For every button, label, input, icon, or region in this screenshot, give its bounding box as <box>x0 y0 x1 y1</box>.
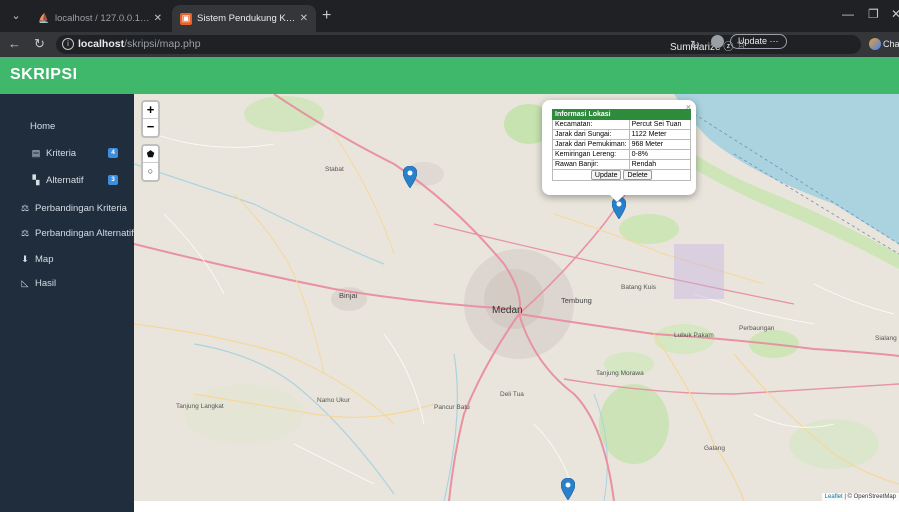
phpmyadmin-favicon-icon: ⛵ <box>38 13 50 23</box>
browser-tabbar: ⌄ ⛵ localhost / 127.0.0.1 / skripsi | ph… <box>0 0 899 32</box>
sidebar-item-home[interactable]: Home <box>0 116 134 136</box>
window-close-icon[interactable]: ✕ <box>891 7 899 21</box>
sidebar-item-hasil[interactable]: ◺ Hasil <box>0 273 134 293</box>
new-tab-icon[interactable]: + <box>322 7 331 25</box>
extensions-icon[interactable]: ↻ <box>690 38 700 52</box>
popup-tip <box>610 195 624 202</box>
map-label-medan: Medan <box>492 305 523 316</box>
map-tiles <box>134 94 899 501</box>
sidebar-item-label: Hasil <box>35 277 57 289</box>
map-label-stabat: Stabat <box>325 166 344 173</box>
popup-title: Informasi Lokasi <box>552 109 691 120</box>
leaflet-link[interactable]: Leaflet <box>825 494 843 500</box>
sidebar-item-perbandingan-kriteria[interactable]: ⚖ Perbandingan Kriteria <box>0 198 134 218</box>
map-label-binjai: Binjai <box>339 291 358 300</box>
draw-toolbar: ⬟ ○ <box>141 144 160 182</box>
browser-toolbar: ← ↻ i localhost/skripsi/map.php Summariz… <box>0 32 899 57</box>
url-text: localhost/skripsi/map.php <box>78 38 201 50</box>
leaflet-map[interactable]: Medan Binjai Tembung Batang Kuis Tanjung… <box>134 94 899 501</box>
app-header: SKRIPSI <box>0 57 899 94</box>
map-label-sialang: Sialang <box>875 335 897 342</box>
location-info-table: Informasi Lokasi Kecamatan: Percut Sei Tu… <box>552 109 691 181</box>
delete-button[interactable]: Delete <box>623 170 652 180</box>
osm-attribution[interactable]: | © OpenStreetMap <box>844 494 896 500</box>
sidebar: Home ▤ Kriteria 4 ▚ Alternatif 3 ⚖ Perba… <box>0 94 134 512</box>
profile-avatar[interactable] <box>711 35 724 48</box>
count-badge: 3 <box>108 175 118 185</box>
map-label-tanjung-morawa: Tanjung Morawa <box>596 370 644 377</box>
map-attribution: Leaflet | © OpenStreetMap <box>821 493 899 501</box>
tab-phpmyadmin[interactable]: ⛵ localhost / 127.0.0.1 / skripsi | php … <box>30 5 170 32</box>
tab-title: Sistem Pendukung Keputusan men <box>197 13 296 24</box>
area-chart-icon: ◺ <box>21 277 29 288</box>
update-button[interactable]: Update <box>590 170 622 180</box>
balance-scale-icon: ⚖ <box>20 202 30 213</box>
balance-scale-icon: ⚖ <box>20 227 30 238</box>
sidebar-item-label: Map <box>35 253 54 265</box>
close-icon[interactable]: ✕ <box>300 13 308 24</box>
map-marker-icon: ⬇ <box>21 253 29 264</box>
draw-circle-icon[interactable]: ○ <box>143 163 158 180</box>
minimize-icon[interactable]: — <box>842 7 854 21</box>
map-label-namo-ukur: Namo Ukur <box>317 397 350 404</box>
map-label-lubuk-pakam: Lubuk Pakam <box>674 332 714 339</box>
reload-icon[interactable]: ↻ <box>34 37 45 51</box>
tab-active-page[interactable]: ▣ Sistem Pendukung Keputusan men ✕ <box>172 5 316 32</box>
table-row: Jarak dari Pemukiman: 968 Meter <box>552 139 691 150</box>
location-popup: × Informasi Lokasi Kecamatan: Percut Sei … <box>542 100 696 202</box>
sidebar-item-label: Perbandingan Alternatif <box>35 227 134 239</box>
map-marker-icon[interactable] <box>403 166 417 188</box>
sidebar-item-map[interactable]: ⬇ Map <box>0 249 134 269</box>
chat-icon[interactable] <box>869 38 881 50</box>
sidebar-item-label: Home <box>30 120 56 132</box>
table-row: Jarak dari Sungai: 1122 Meter <box>552 129 691 140</box>
tab-title: localhost / 127.0.0.1 / skripsi | php <box>55 13 150 24</box>
map-marker-icon[interactable] <box>561 478 575 500</box>
page-favicon-icon: ▣ <box>180 12 192 25</box>
content-footer <box>134 501 899 512</box>
close-icon[interactable]: ✕ <box>154 13 162 24</box>
map-label-galang: Galang <box>704 445 725 452</box>
sidebar-item-label: Perbandingan Kriteria <box>35 202 127 214</box>
zoom-control: + − <box>141 100 160 138</box>
back-icon[interactable]: ← <box>8 37 21 51</box>
table-row: Kemiringan Lereng: 0-8% <box>552 149 691 160</box>
zoom-in-button[interactable]: + <box>143 102 158 119</box>
map-icon: ▚ <box>32 174 40 185</box>
map-label-perbaungan: Perbaungan <box>739 325 775 332</box>
site-info-icon[interactable]: i <box>62 38 74 50</box>
draw-polygon-icon[interactable]: ⬟ <box>143 146 158 163</box>
sidebar-item-label: Alternatif <box>46 174 84 186</box>
sidebar-item-alternatif[interactable]: ▚ Alternatif 3 <box>0 170 134 190</box>
map-label-tanjung-langkat: Tanjung Langkat <box>176 403 224 410</box>
tab-search-icon[interactable]: ⌄ <box>8 9 24 23</box>
sidebar-item-label: Kriteria <box>46 147 77 159</box>
sidebar-item-perbandingan-alternatif[interactable]: ⚖ Perbandingan Alternatif <box>0 223 134 243</box>
count-badge: 4 <box>108 148 118 158</box>
table-row: Rawan Banjir: Rendah <box>552 159 691 170</box>
map-label-pancur-batu: Pancur Batu <box>434 404 470 411</box>
brand-title[interactable]: SKRIPSI <box>10 66 78 84</box>
table-icon: ▤ <box>31 147 41 158</box>
map-label-batang-kuis: Batang Kuis <box>621 284 657 291</box>
table-row: Kecamatan: Percut Sei Tuan <box>552 119 691 130</box>
zoom-out-button[interactable]: − <box>143 119 158 136</box>
map-label-deli-tua: Deli Tua <box>500 391 524 398</box>
map-label-tembung: Tembung <box>561 296 592 305</box>
chat-label[interactable]: Chat <box>883 39 899 49</box>
update-button[interactable]: Update ⋯ <box>730 34 787 49</box>
sidebar-item-kriteria[interactable]: ▤ Kriteria 4 <box>0 143 134 163</box>
maximize-icon[interactable]: ❐ <box>868 7 879 21</box>
